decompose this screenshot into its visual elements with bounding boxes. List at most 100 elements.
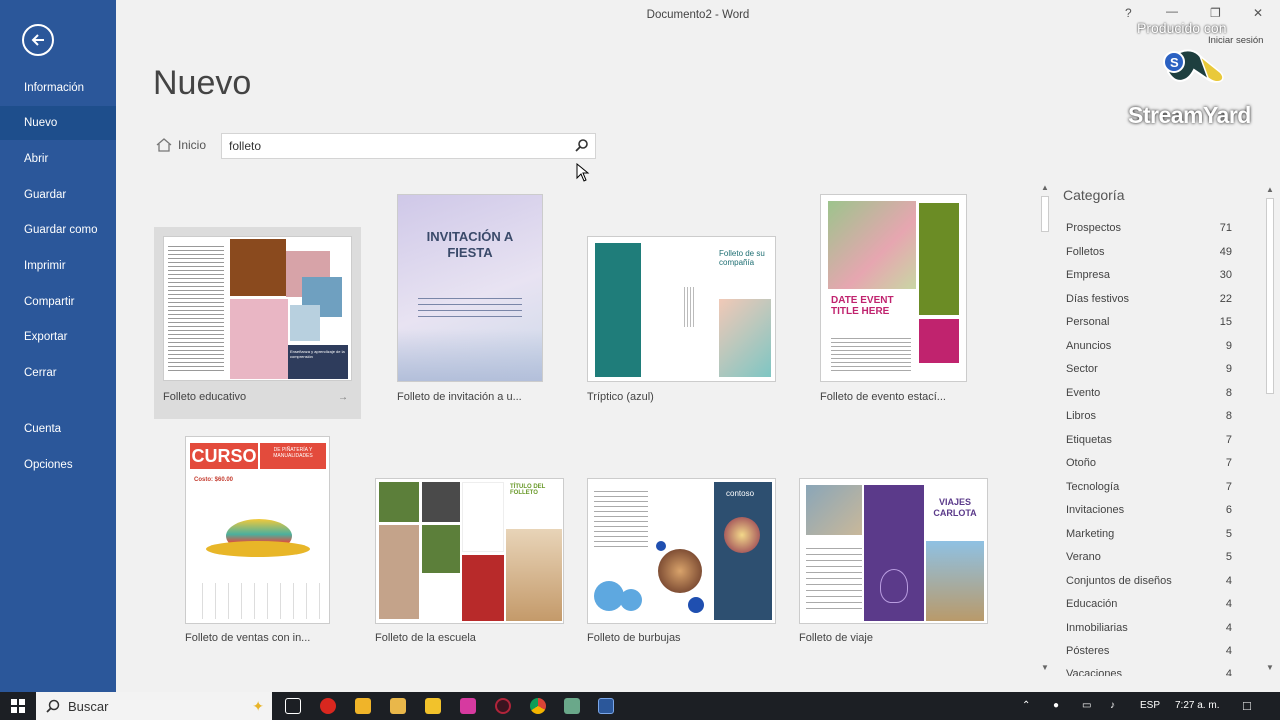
scroll-down-arrow[interactable]: ▼	[1264, 662, 1276, 674]
nav-abrir[interactable]: Abrir	[0, 142, 116, 176]
template-inner-text: VIAJES CARLOTA	[933, 497, 977, 518]
start-button[interactable]	[0, 692, 36, 720]
category-item[interactable]: Días festivos 22	[1066, 293, 1232, 305]
nav-imprimir[interactable]: Imprimir	[0, 249, 116, 283]
nav-guardar[interactable]: Guardar	[0, 178, 116, 212]
taskbar-search-label: Buscar	[68, 698, 109, 714]
streamyard-duck-logo: S	[1163, 49, 1224, 83]
template-thumb-evento[interactable]: DATE EVENT TITLE HERE	[820, 194, 967, 382]
scroll-up-arrow[interactable]: ▲	[1039, 182, 1051, 194]
search-icon	[46, 699, 60, 713]
chrome-icon[interactable]	[530, 698, 546, 714]
category-item[interactable]: Prospectos 71	[1066, 222, 1232, 234]
clock[interactable]: 7:27 a. m.	[1175, 692, 1219, 720]
scroll-up-arrow[interactable]: ▲	[1264, 184, 1276, 196]
back-arrow-icon	[31, 34, 44, 46]
battery-icon[interactable]: ▭	[1082, 692, 1091, 720]
template-label: Folleto de invitación a u...	[397, 391, 522, 403]
opera-icon[interactable]	[320, 698, 336, 714]
category-item[interactable]: Otoño 7	[1066, 457, 1232, 469]
template-inner-text: CURSO	[190, 443, 258, 469]
nav-exportar[interactable]: Exportar	[0, 320, 116, 354]
nav-cuenta[interactable]: Cuenta	[0, 412, 116, 446]
template-inner-text: Folleto de su compañía	[719, 249, 765, 267]
nav-informacion[interactable]: Información	[0, 71, 116, 105]
template-search-input[interactable]	[222, 134, 562, 158]
category-item[interactable]: Tecnología 7	[1066, 481, 1232, 493]
pin-icon[interactable]: →	[338, 392, 348, 403]
category-item[interactable]: Etiquetas 7	[1066, 434, 1232, 446]
volume-icon[interactable]: ♪	[1110, 692, 1115, 720]
category-item[interactable]: Folletos 49	[1066, 246, 1232, 258]
template-inner-text: DATE EVENT TITLE HERE	[831, 295, 894, 317]
scroll-down-arrow[interactable]: ▼	[1039, 662, 1051, 674]
svg-text:S: S	[1170, 55, 1179, 70]
notifications-icon[interactable]: □	[1243, 692, 1251, 720]
windows-start-icon	[11, 699, 25, 713]
watermark-produced-by: Producido con	[1137, 20, 1227, 36]
nav-cerrar[interactable]: Cerrar	[0, 356, 116, 390]
template-thumb-viaje[interactable]: VIAJES CARLOTA	[799, 478, 988, 624]
chevron-up-icon[interactable]: ⌃	[1022, 692, 1030, 720]
nav-nuevo[interactable]: Nuevo	[0, 106, 116, 140]
template-thumb-escuela[interactable]: TÍTULO DEL FOLLETO	[375, 478, 564, 624]
category-item[interactable]: Invitaciones 6	[1066, 504, 1232, 516]
close-button[interactable]: ✕	[1253, 6, 1263, 20]
category-item[interactable]: Personal 15	[1066, 316, 1232, 328]
category-item[interactable]: Inmobiliarias 4	[1066, 622, 1232, 634]
template-label: Tríptico (azul)	[587, 391, 654, 403]
search-icon	[575, 139, 588, 152]
app-icon[interactable]	[460, 698, 476, 714]
category-item[interactable]: Libros 8	[1066, 410, 1232, 422]
file-explorer-icon[interactable]	[390, 698, 406, 714]
template-thumb-burbujas[interactable]: contoso	[587, 478, 776, 624]
language-indicator[interactable]: ESP	[1140, 692, 1160, 720]
app-icon[interactable]	[564, 698, 580, 714]
word-icon[interactable]	[598, 698, 614, 714]
category-item[interactable]: Evento 8	[1066, 387, 1232, 399]
microphone-icon[interactable]: ●	[1053, 692, 1059, 720]
category-item[interactable]: Marketing 5	[1066, 528, 1232, 540]
nav-opciones[interactable]: Opciones	[0, 448, 116, 482]
category-item[interactable]: Sector 9	[1066, 363, 1232, 375]
sparkle-icon[interactable]: ✦	[252, 698, 264, 715]
template-thumb-educativo[interactable]: Enseñanza y aprendizaje de la comprensió…	[163, 236, 352, 381]
category-item[interactable]: Verano 5	[1066, 551, 1232, 563]
template-thumb-invitacion[interactable]: INVITACIÓN A FIESTA	[397, 194, 543, 382]
home-label: Inicio	[178, 138, 207, 152]
watermark-brand: StreamYard	[1128, 102, 1251, 128]
template-inner-subtitle: DE PIÑATERÍA Y MANUALIDADES	[260, 443, 326, 469]
back-button[interactable]	[22, 24, 54, 56]
taskbar-search[interactable]: Buscar ✦	[36, 692, 272, 720]
app-icon[interactable]	[495, 698, 511, 714]
minimize-button[interactable]: —	[1166, 4, 1178, 18]
help-button[interactable]: ?	[1125, 6, 1132, 20]
nav-compartir[interactable]: Compartir	[0, 285, 116, 319]
search-button[interactable]	[575, 138, 589, 157]
category-item[interactable]: Educación 4	[1066, 598, 1232, 610]
template-label: Folleto educativo	[163, 391, 247, 403]
category-panel: ▲ ▼ Categoría Prospectos 71 Folletos 49 Em…	[1038, 182, 1280, 676]
windows-taskbar: Buscar ✦ ⌃ ● ▭ ♪ ESP 7:27 a. m. □	[0, 692, 1280, 720]
category-scrollbar-right[interactable]: ▲ ▼	[1264, 182, 1276, 676]
task-view-icon[interactable]	[285, 698, 301, 714]
title-bar: Documento2 - Word	[116, 0, 1280, 30]
category-item[interactable]: Anuncios 9	[1066, 340, 1232, 352]
mouse-cursor	[576, 163, 590, 182]
restore-button[interactable]: ❐	[1210, 6, 1221, 20]
category-scrollbar-left[interactable]: ▲ ▼	[1039, 182, 1051, 676]
home-link[interactable]: Inicio	[156, 138, 206, 152]
nav-guardar-como[interactable]: Guardar como	[0, 213, 116, 247]
template-thumb-ventas[interactable]: CURSO DE PIÑATERÍA Y MANUALIDADES Costo:…	[185, 436, 330, 624]
category-item[interactable]: Vacaciones 4	[1066, 668, 1232, 676]
category-item[interactable]: Empresa 30	[1066, 269, 1232, 281]
template-thumb-triptico[interactable]: Folleto de su compañía	[587, 236, 776, 382]
category-item[interactable]: Conjuntos de diseños 4	[1066, 575, 1232, 587]
app-grid-icon[interactable]	[355, 698, 371, 714]
template-label: Folleto de evento estací...	[820, 391, 946, 403]
scroll-thumb[interactable]	[1041, 196, 1049, 232]
category-item[interactable]: Pósteres 4	[1066, 645, 1232, 657]
template-inner-text: INVITACIÓN A FIESTA	[426, 229, 514, 260]
scroll-thumb[interactable]	[1266, 198, 1274, 394]
sticky-notes-icon[interactable]	[425, 698, 441, 714]
